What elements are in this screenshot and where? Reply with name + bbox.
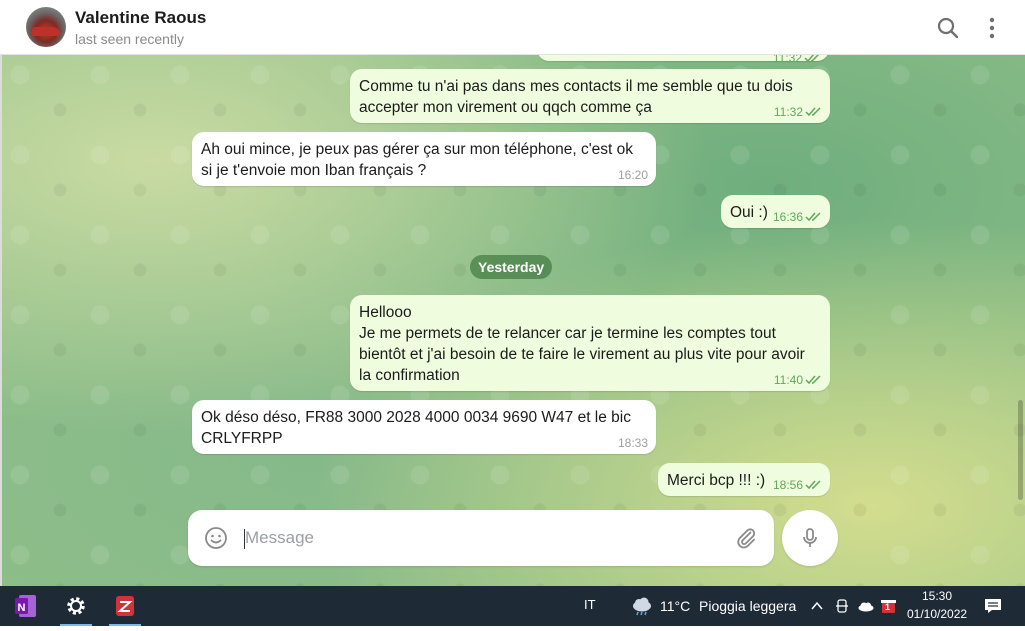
avatar-car: [32, 27, 60, 36]
read-checkmarks-icon: [805, 212, 821, 222]
taskbar-app-red[interactable]: [105, 586, 145, 626]
scrollbar[interactable]: [1018, 400, 1023, 500]
weather-temperature[interactable]: 11°C: [660, 598, 690, 614]
read-checkmarks-icon: [805, 480, 821, 490]
taskbar: N IT 11°C Pioggia leggera 1 15:30 01/10/…: [0, 586, 1025, 626]
message-time: 11:32: [772, 55, 802, 65]
clock-time[interactable]: 15:30: [922, 589, 952, 603]
message-text: Comme tu n'ai pas dans mes contacts il m…: [359, 78, 793, 116]
onenote-icon: N: [15, 595, 36, 617]
message-bubble[interactable]: Oui :) 16:36: [721, 195, 830, 228]
settings-icon: [67, 597, 85, 615]
read-checkmarks-icon: [805, 107, 821, 117]
weather-description[interactable]: Pioggia leggera: [699, 598, 796, 614]
message-bubble[interactable]: Hellooo Je me permets de te relancer car…: [350, 295, 830, 391]
taskbar-app-settings[interactable]: [56, 586, 96, 626]
svg-text:N: N: [18, 602, 26, 614]
weather-cloud-icon[interactable]: [630, 596, 654, 616]
message-composer: [188, 510, 774, 566]
message-bubble[interactable]: Ah oui mince, je peux pas gérer ça sur m…: [192, 132, 656, 186]
message-bubble[interactable]: 11:32: [537, 55, 829, 65]
chat-area[interactable]: 11:32 Comme tu n'ai pas dans mes contact…: [0, 55, 1025, 586]
input-language[interactable]: IT: [584, 597, 596, 612]
message-bubble[interactable]: Ok déso déso, FR88 3000 2028 4000 0034 9…: [192, 400, 656, 454]
notification-app-tray[interactable]: 1: [880, 597, 898, 615]
message-input[interactable]: [245, 525, 705, 551]
message-time: 11:32: [773, 105, 803, 119]
message-bubble[interactable]: Merci bcp !!! :) 18:56: [658, 463, 830, 496]
message-time: 18:56: [772, 478, 803, 492]
message-bubble[interactable]: Comme tu n'ai pas dans mes contacts il m…: [350, 69, 830, 123]
emoji-icon[interactable]: [204, 526, 228, 550]
chat-header: Valentine Raous last seen recently: [0, 0, 1025, 55]
search-icon[interactable]: [935, 15, 961, 41]
onedrive-icon[interactable]: [857, 598, 875, 614]
clock-date[interactable]: 01/10/2022: [907, 607, 967, 621]
chat-name[interactable]: Valentine Raous: [75, 8, 206, 28]
action-center-icon[interactable]: [984, 597, 1002, 615]
message-text: Ah oui mince, je peux pas gérer ça sur m…: [201, 141, 634, 179]
avatar[interactable]: [26, 7, 66, 47]
read-checkmarks-icon: [804, 55, 820, 63]
message-text: Hellooo Je me permets de te relancer car…: [359, 304, 805, 384]
date-separator: Yesterday: [470, 255, 553, 279]
device-icon[interactable]: [834, 598, 850, 614]
chat-status: last seen recently: [75, 31, 184, 47]
chevron-up-icon[interactable]: [809, 598, 825, 614]
message-time: 18:33: [617, 436, 648, 450]
message-time: 16:20: [617, 168, 648, 182]
more-vertical-icon[interactable]: [979, 15, 1005, 41]
microphone-button[interactable]: [782, 510, 838, 566]
message-time: 11:40: [773, 373, 803, 387]
red-app-icon: [116, 596, 134, 616]
notification-badge: 1: [885, 602, 891, 612]
message-text: Ok déso déso, FR88 3000 2028 4000 0034 9…: [201, 409, 631, 447]
taskbar-app-onenote[interactable]: N: [6, 586, 46, 626]
read-checkmarks-icon: [805, 375, 821, 385]
message-time: 16:36: [772, 210, 803, 224]
microphone-icon: [803, 528, 817, 547]
attachment-icon[interactable]: [734, 526, 758, 550]
panel-divider: [0, 55, 2, 586]
